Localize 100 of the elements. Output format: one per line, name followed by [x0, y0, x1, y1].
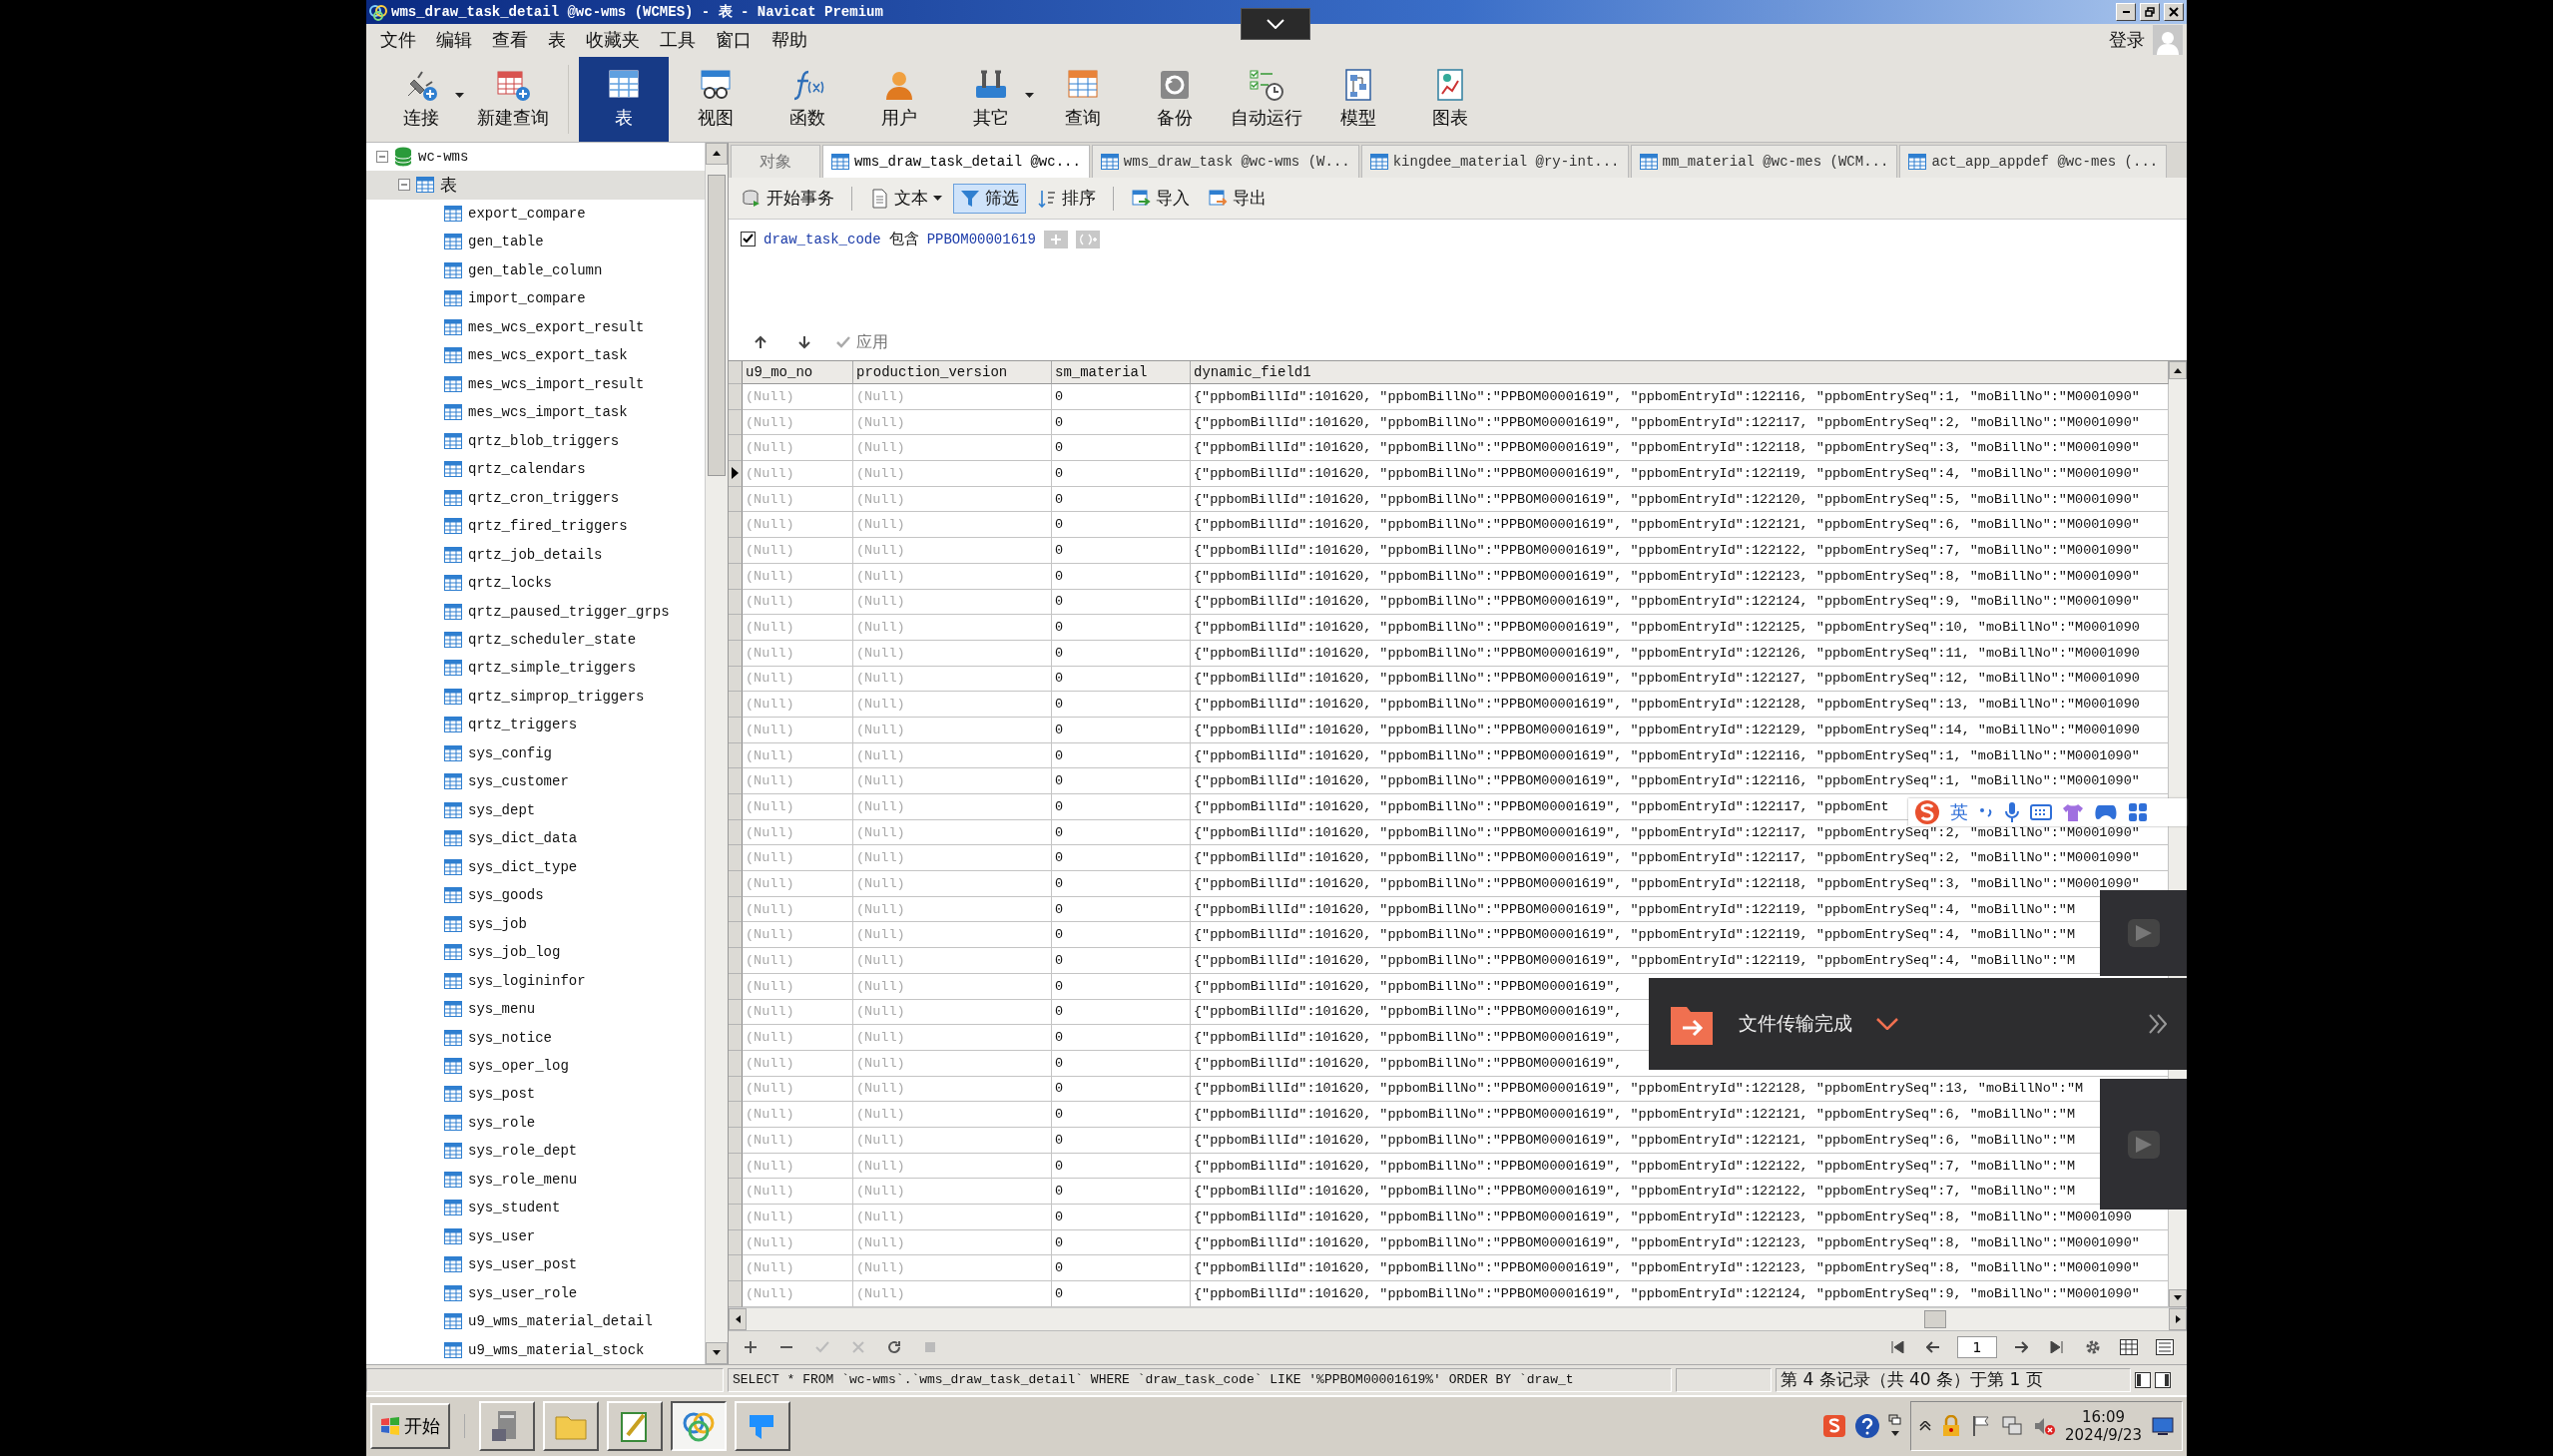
table-name[interactable]: sys_logininfor — [468, 972, 586, 989]
help-icon[interactable] — [1854, 1413, 1881, 1440]
toolbar-button[interactable]: 文本 — [862, 183, 949, 214]
table-name[interactable]: sys_dict_type — [468, 858, 578, 875]
lock-icon[interactable] — [1941, 1415, 1962, 1438]
menu-item[interactable]: 表 — [538, 28, 576, 53]
table-name[interactable]: export_compare — [468, 205, 586, 222]
table-name[interactable]: qrtz_calendars — [468, 461, 586, 478]
table-name[interactable]: mes_wcs_import_task — [468, 404, 628, 421]
toolbar-button[interactable]: 函数 — [763, 56, 852, 142]
scrollbar-thumb[interactable] — [1924, 1309, 1946, 1328]
table-name[interactable]: mes_wcs_export_task — [468, 347, 628, 364]
keyboard-icon[interactable] — [2030, 804, 2052, 820]
start-button[interactable]: 开始 — [370, 1403, 450, 1450]
column-header[interactable]: u9_mo_no — [743, 361, 853, 385]
column-header[interactable]: sm_material — [1052, 361, 1191, 385]
table-name[interactable]: u9_wms_material_detail — [468, 1313, 653, 1330]
table-name[interactable]: sys_goods — [468, 887, 544, 904]
toolbar-button[interactable]: 筛选 — [953, 183, 1026, 214]
menu-item[interactable]: 编辑 — [426, 28, 482, 53]
clock-time[interactable]: 16:09 — [2081, 1408, 2126, 1427]
toolbar-button[interactable]: 开始事务 — [735, 183, 841, 214]
login-link[interactable]: 登录 — [2109, 28, 2145, 53]
collapse-toggle-icon[interactable] — [398, 179, 410, 192]
toolbar-button[interactable]: 图表 — [1405, 56, 1495, 142]
table-name[interactable]: mes_wcs_export_result — [468, 318, 645, 335]
menu-item[interactable]: 帮助 — [762, 28, 817, 53]
shirt-icon[interactable] — [2062, 802, 2084, 822]
menu-item[interactable]: 查看 — [482, 28, 538, 53]
scroll-up-button[interactable] — [2169, 361, 2187, 380]
table-name[interactable]: sys_user_post — [468, 1256, 578, 1273]
column-header[interactable]: production_version — [853, 361, 1052, 385]
input-method-icon[interactable] — [1914, 799, 1940, 825]
apply-button[interactable]: 应用 — [836, 331, 888, 353]
scroll-down-button[interactable] — [2169, 1288, 2187, 1307]
table-name[interactable]: qrtz_job_details — [468, 546, 603, 563]
toolbar-button[interactable]: 自动运行 — [1222, 56, 1311, 142]
menu-item[interactable]: 工具 — [650, 28, 706, 53]
tab[interactable]: mm_material @wc-mes (WCM... — [1630, 145, 1898, 179]
gamepad-icon[interactable] — [2094, 803, 2118, 821]
table-name[interactable]: qrtz_scheduler_state — [468, 632, 637, 648]
toolbar-button[interactable]: 模型 — [1313, 56, 1403, 142]
scroll-left-button[interactable] — [729, 1307, 747, 1330]
network-icon[interactable] — [2001, 1415, 2024, 1438]
table-name[interactable]: gen_table_column — [468, 261, 603, 278]
scrollbar-thumb[interactable] — [708, 174, 726, 476]
chevron-up-icon[interactable] — [1919, 1421, 1932, 1432]
table-name[interactable]: sys_menu — [468, 1001, 536, 1018]
minimize-button[interactable] — [2116, 2, 2136, 21]
panel-left-icon[interactable] — [2135, 1371, 2151, 1388]
toolbar-button[interactable]: 其它 — [946, 56, 1036, 142]
toolbar-button[interactable]: 排序 — [1030, 183, 1103, 214]
table-name[interactable]: sys_job_log — [468, 944, 561, 961]
toolbar-button[interactable]: 新建查询 — [468, 56, 558, 142]
filter-field[interactable]: draw_task_code — [764, 231, 881, 247]
close-button[interactable] — [2164, 2, 2184, 21]
table-name[interactable]: gen_table — [468, 234, 544, 250]
table-name[interactable]: qrtz_triggers — [468, 717, 578, 733]
table-name[interactable]: qrtz_simple_triggers — [468, 660, 637, 677]
table-name[interactable]: import_compare — [468, 290, 586, 307]
table-name[interactable]: sys_dept — [468, 801, 536, 818]
table-name[interactable]: u9_wms_material_stock — [468, 1341, 645, 1358]
toolbar-button[interactable]: 用户 — [854, 56, 944, 142]
filter-checkbox[interactable] — [741, 232, 756, 247]
table-name[interactable]: sys_config — [468, 744, 552, 761]
table-name[interactable]: sys_job — [468, 915, 527, 932]
table-name[interactable]: sys_post — [468, 1086, 536, 1103]
toolbar-button[interactable]: 备份 — [1130, 56, 1220, 142]
desktop-icon[interactable] — [2152, 1417, 2174, 1436]
table-name[interactable]: sys_role_dept — [468, 1143, 578, 1160]
microphone-icon[interactable] — [2004, 801, 2020, 823]
tab[interactable]: wms_draw_task @wc-wms (W... — [1091, 145, 1359, 179]
menu-item[interactable]: 文件 — [370, 28, 426, 53]
table-name[interactable]: qrtz_simprop_triggers — [468, 688, 645, 705]
table-name[interactable]: mes_wcs_import_result — [468, 375, 645, 392]
collapse-bar-button[interactable] — [1241, 8, 1310, 40]
toolbar-button[interactable]: 查询 — [1038, 56, 1128, 142]
table-name[interactable]: sys_role — [468, 1114, 536, 1131]
table-name[interactable]: qrtz_paused_trigger_grps — [468, 603, 670, 620]
table-name[interactable]: sys_user — [468, 1227, 536, 1244]
scroll-down-button[interactable] — [706, 1341, 728, 1364]
column-header[interactable]: dynamic_field1 — [1191, 361, 2169, 385]
table-name[interactable]: sys_dict_data — [468, 830, 578, 847]
row-selector[interactable] — [729, 461, 743, 487]
table-name[interactable]: sys_student — [468, 1200, 561, 1216]
table-name[interactable]: qrtz_locks — [468, 575, 552, 592]
menu-item[interactable]: 收藏夹 — [576, 28, 650, 53]
table-name[interactable]: sys_notice — [468, 1029, 552, 1046]
tab[interactable]: wms_draw_task_detail @wc... — [822, 145, 1090, 179]
table-name[interactable]: qrtz_cron_triggers — [468, 489, 620, 506]
taskbar-app-button[interactable] — [671, 1401, 727, 1452]
panel-right-icon[interactable] — [2155, 1371, 2171, 1388]
toolbar-button[interactable]: 导出 — [1201, 183, 1274, 214]
scroll-right-button[interactable] — [2169, 1307, 2187, 1330]
table-name[interactable]: qrtz_fired_triggers — [468, 518, 628, 535]
table-name[interactable]: sys_user_role — [468, 1284, 578, 1301]
toolbar-button[interactable]: 表 — [579, 56, 669, 142]
flag-icon[interactable] — [1971, 1415, 1992, 1438]
table-name[interactable]: sys_role_menu — [468, 1171, 578, 1188]
toolbar-button[interactable]: 视图 — [671, 56, 761, 142]
